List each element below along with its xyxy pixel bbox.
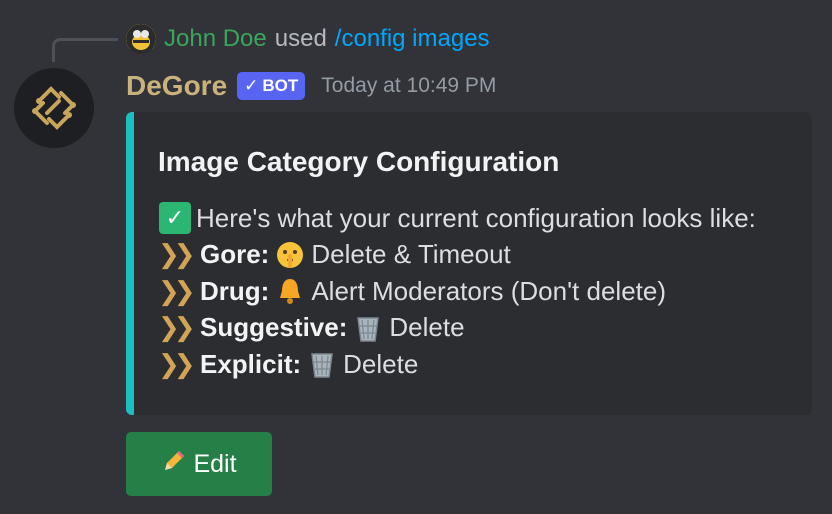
check-mark-button-icon: ✓ — [158, 201, 192, 235]
wastebasket-icon — [351, 311, 385, 345]
verified-check-icon: ✓ — [244, 76, 259, 95]
config-action: Delete — [343, 348, 419, 379]
config-action: Alert Moderators (Don't delete) — [311, 275, 666, 306]
config-row-suggestive: ❯❯ Suggestive: Delete — [158, 310, 812, 347]
shushing-face-icon — [273, 238, 307, 272]
double-chevron-icon: ❯❯ — [158, 239, 196, 270]
config-action: Delete & Timeout — [311, 239, 511, 270]
config-label: Suggestive: — [200, 312, 348, 343]
message-timestamp[interactable]: Today at 10:49 PM — [321, 74, 496, 98]
embed-title: Image Category Configuration — [158, 146, 560, 177]
embed-card: Image Category Configuration ✓ Here's wh… — [126, 112, 812, 415]
wastebasket-icon — [305, 347, 339, 381]
bot-badge-label: BOT — [262, 76, 299, 95]
reply-used-text: used — [274, 25, 327, 52]
config-label: Drug: — [200, 275, 270, 306]
bot-username[interactable]: DeGore — [126, 70, 227, 102]
edit-button[interactable]: Edit — [126, 432, 272, 496]
pencil-icon — [161, 448, 187, 481]
double-chevron-icon: ❯❯ — [158, 348, 196, 379]
message-header: DeGore ✓ BOT Today at 10:49 PM — [126, 66, 496, 106]
reply-connector — [52, 38, 118, 62]
config-label: Gore: — [200, 239, 270, 270]
embed-intro-text: Here's what your current configuration l… — [196, 202, 756, 233]
bee-avatar-icon — [126, 24, 156, 54]
reply-username[interactable]: John Doe — [164, 25, 267, 53]
reply-reference[interactable]: John Doe used /config images — [126, 22, 490, 56]
config-row-drug: ❯❯ Drug: Alert Moderators (Don't delete) — [158, 273, 812, 310]
bot-badge: ✓ BOT — [237, 72, 306, 100]
edit-button-label: Edit — [193, 449, 237, 478]
reply-command[interactable]: /config images — [335, 25, 490, 53]
reply-avatar[interactable] — [126, 24, 156, 54]
double-chevron-icon: ❯❯ — [158, 312, 196, 343]
double-chevron-icon: ❯❯ — [158, 275, 196, 306]
config-row-explicit: ❯❯ Explicit: Delete — [158, 346, 812, 383]
config-action: Delete — [389, 312, 465, 343]
bell-icon — [273, 274, 307, 308]
config-row-gore: ❯❯ Gore: Delete & Timeout — [158, 237, 812, 274]
bot-avatar[interactable] — [14, 68, 94, 148]
degore-logo-icon — [32, 86, 76, 130]
embed-intro-line: ✓ Here's what your current configuration… — [158, 200, 812, 237]
config-label: Explicit: — [200, 348, 302, 379]
